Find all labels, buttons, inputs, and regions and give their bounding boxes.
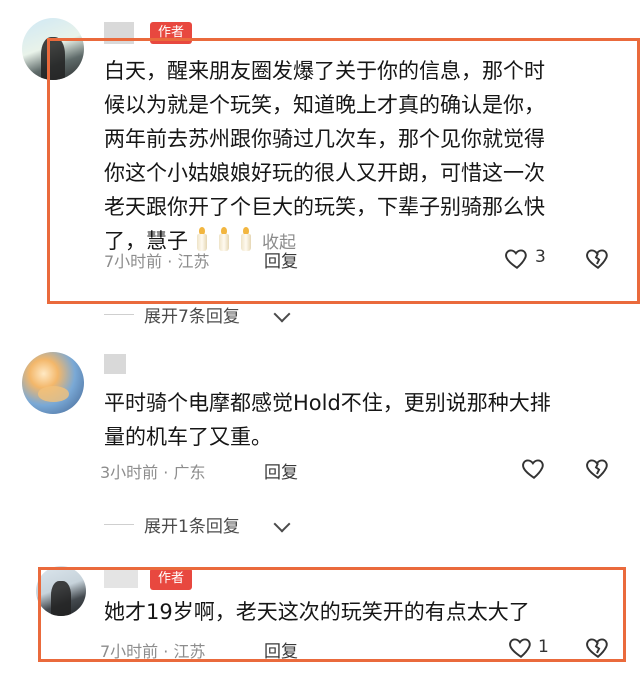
chevron-down-icon	[273, 305, 291, 323]
expand-replies[interactable]: 展开7条回复	[104, 302, 324, 327]
avatar-sunset	[37, 386, 69, 402]
time-location: 7小时前 · 江苏	[104, 252, 210, 271]
comment-line: 平时骑个电摩都感觉Hold不住，更别说那种大排	[104, 391, 551, 415]
like-heart-icon[interactable]	[504, 245, 530, 271]
expand-replies[interactable]: 展开1条回复	[104, 512, 324, 537]
like-heart-icon[interactable]	[521, 455, 547, 481]
dislike-broken-heart-icon[interactable]	[585, 634, 611, 660]
comment-text: 白天，醒来朋友圈发爆了关于你的信息，那个时 候以为就是个玩笑，知道晚上才真的确认…	[104, 54, 545, 260]
candle-icon	[238, 227, 254, 251]
like-heart-icon[interactable]	[508, 634, 534, 660]
reply-button[interactable]: 回复	[264, 458, 298, 483]
divider	[104, 314, 134, 315]
dislike-broken-heart-icon[interactable]	[585, 455, 611, 481]
candle-icon	[216, 227, 232, 251]
like-count: 1	[538, 637, 549, 657]
time-location: 7小时前 · 江苏	[100, 642, 206, 661]
username-redacted	[104, 22, 134, 44]
avatar[interactable]	[22, 352, 84, 414]
comment-line: 量的机车了又重。	[104, 425, 272, 449]
like-count: 3	[535, 247, 546, 267]
author-badge: 作者	[150, 568, 193, 590]
comment-line: 两年前去苏州跟你骑过几次车，那个见你就觉得	[104, 127, 545, 151]
username-redacted	[104, 568, 138, 588]
comment-line: 你这个小姑娘娘好玩的很人又开朗，可惜这一次	[104, 161, 545, 185]
reply-button[interactable]: 回复	[264, 637, 298, 662]
comment-text: 平时骑个电摩都感觉Hold不住，更别说那种大排 量的机车了又重。	[104, 386, 551, 454]
expand-replies-label: 展开7条回复	[144, 307, 240, 327]
time-location: 3小时前 · 广东	[100, 463, 206, 482]
dislike-broken-heart-icon[interactable]	[585, 245, 611, 271]
comment-text: 她才19岁啊，老天这次的玩笑开的有点太大了	[104, 595, 530, 629]
avatar[interactable]	[36, 566, 86, 616]
comment-line: 候以为就是个玩笑，知道晚上才真的确认是你，	[104, 93, 545, 117]
avatar-figure	[51, 581, 71, 616]
chevron-down-icon	[273, 515, 291, 533]
comment-line: 白天，醒来朋友圈发爆了关于你的信息，那个时	[104, 59, 545, 83]
reply-button[interactable]: 回复	[264, 247, 298, 272]
expand-replies-label: 展开1条回复	[144, 517, 240, 537]
comment-line: 她才19岁啊，老天这次的玩笑开的有点太大了	[104, 600, 530, 624]
author-badge: 作者	[150, 22, 193, 44]
username-redacted	[104, 354, 126, 374]
avatar-figure	[40, 36, 66, 80]
divider	[104, 524, 134, 525]
avatar[interactable]	[22, 18, 84, 80]
comment-line: 老天跟你开了个巨大的玩笑，下辈子别骑那么快	[104, 195, 545, 219]
